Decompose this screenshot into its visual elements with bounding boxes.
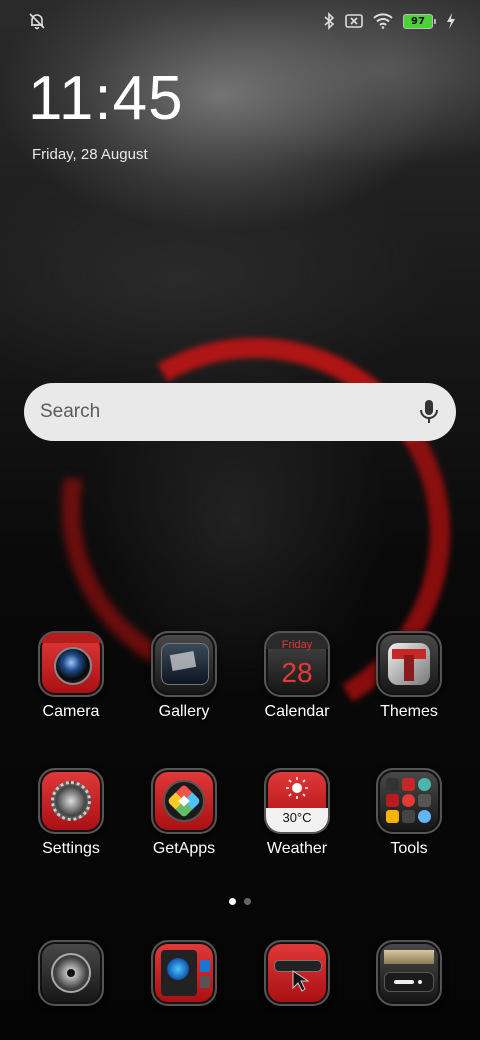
- dock-contacts[interactable]: [134, 940, 234, 1006]
- app-label: Tools: [390, 840, 428, 857]
- app-label: Settings: [42, 840, 100, 857]
- sim-x-icon: [345, 14, 363, 28]
- app-calendar[interactable]: Friday 28 Calendar: [247, 631, 347, 721]
- getapps-icon[interactable]: [151, 768, 217, 834]
- page-indicator[interactable]: [0, 898, 480, 905]
- calendar-icon[interactable]: Friday 28: [264, 631, 330, 697]
- weather-temperature: 30°C: [282, 810, 312, 825]
- page-dot-2[interactable]: [244, 898, 251, 905]
- dock-phone[interactable]: [21, 940, 121, 1006]
- contacts-icon[interactable]: [151, 940, 217, 1006]
- app-camera[interactable]: Camera: [21, 631, 121, 721]
- app-settings[interactable]: Settings: [21, 768, 121, 858]
- charging-bolt-icon: [447, 13, 455, 29]
- search-bar[interactable]: Search: [24, 383, 456, 441]
- calendar-day-number: 28: [281, 657, 313, 688]
- messages-icon[interactable]: [376, 940, 442, 1006]
- app-gallery[interactable]: Gallery: [134, 631, 234, 721]
- page-dot-1[interactable]: [229, 898, 236, 905]
- status-bar: 97: [0, 0, 480, 44]
- wifi-icon: [373, 13, 393, 29]
- phone-dial-icon[interactable]: [38, 940, 104, 1006]
- gallery-icon[interactable]: [151, 631, 217, 697]
- calendar-day-name: Friday: [281, 639, 313, 651]
- dock-browser[interactable]: [247, 940, 347, 1006]
- bluetooth-icon: [324, 12, 335, 30]
- app-label: Camera: [42, 703, 100, 720]
- battery-level: 97: [403, 13, 433, 29]
- sun-icon: [286, 777, 308, 799]
- browser-icon[interactable]: [264, 940, 330, 1006]
- app-label: Calendar: [264, 703, 330, 720]
- clock-date[interactable]: Friday, 28 August: [32, 146, 148, 163]
- alarm-off-icon: [29, 13, 45, 30]
- microphone-icon[interactable]: [418, 398, 440, 426]
- app-folder-tools[interactable]: Tools: [359, 768, 459, 858]
- search-placeholder[interactable]: Search: [40, 401, 418, 423]
- gear-icon[interactable]: [38, 768, 104, 834]
- app-getapps[interactable]: GetApps: [134, 768, 234, 858]
- cursor-icon: [292, 970, 310, 992]
- battery-icon: 97: [403, 13, 436, 29]
- app-label: Themes: [380, 703, 438, 720]
- app-weather[interactable]: 30°C Weather: [247, 768, 347, 858]
- app-themes[interactable]: Themes: [359, 631, 459, 721]
- app-label: Gallery: [158, 703, 210, 720]
- app-label: Weather: [266, 840, 328, 857]
- tools-folder-icon[interactable]: [376, 768, 442, 834]
- sun-icon[interactable]: 30°C: [264, 768, 330, 834]
- clock-time[interactable]: 11:45: [28, 68, 184, 130]
- dock-messages[interactable]: [359, 940, 459, 1006]
- camera-icon[interactable]: [38, 631, 104, 697]
- themes-icon[interactable]: [376, 631, 442, 697]
- app-label: GetApps: [152, 840, 216, 857]
